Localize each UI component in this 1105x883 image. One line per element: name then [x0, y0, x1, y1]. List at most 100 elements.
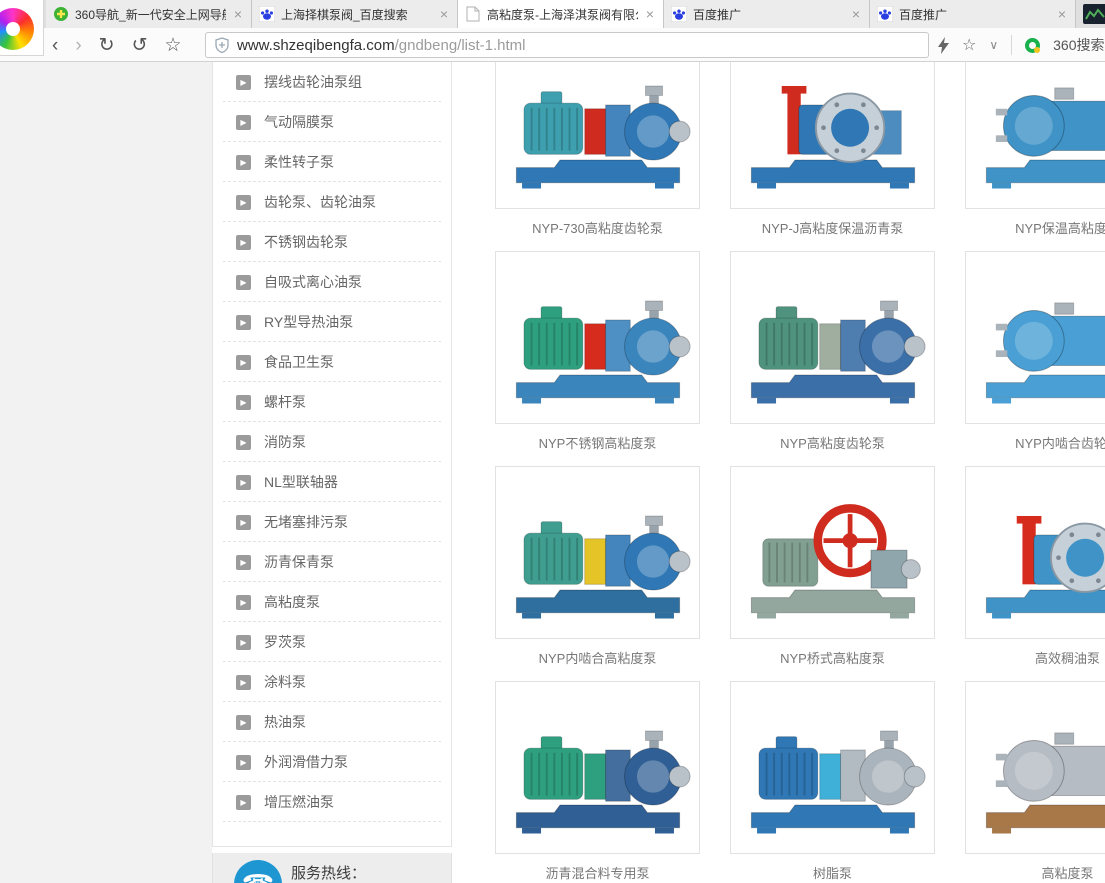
product-name[interactable]: NYP-730高粘度齿轮泵 — [495, 218, 700, 237]
tab-close-icon[interactable]: × — [1056, 7, 1068, 21]
url-domain: www.shzeqibengfa.com — [237, 37, 395, 54]
pump-photo — [503, 62, 693, 198]
play-arrow-icon: ▶ — [236, 435, 251, 450]
product-image[interactable] — [495, 466, 700, 639]
product-image[interactable] — [965, 251, 1105, 424]
browser-tab[interactable]: 360导航_新一代安全上网导航 × — [46, 0, 252, 28]
session-thumbnail-icon[interactable] — [1083, 4, 1105, 24]
product-name[interactable]: NYP-J高粘度保温沥青泵 — [730, 218, 935, 237]
browser-window: 360导航_新一代安全上网导航 × 上海择棋泵阀_百度搜索 × 高粘度泵-上海泽… — [0, 0, 1105, 883]
tab-title: 高粘度泵-上海泽淇泵阀有限公司 — [487, 6, 638, 23]
play-arrow-icon: ▶ — [236, 315, 251, 330]
browser-tab[interactable]: 百度推广 × — [664, 0, 870, 28]
sidebar-category-item[interactable]: ▶ 齿轮泵、齿轮油泵 — [213, 182, 451, 222]
product-card: 沥青混合料专用泵 — [495, 681, 700, 882]
product-image[interactable] — [495, 62, 700, 209]
tab-close-icon[interactable]: × — [850, 7, 862, 21]
url-field[interactable]: www.shzeqibengfa.com/gndbeng/list-1.html — [205, 32, 929, 58]
product-image[interactable] — [965, 681, 1105, 854]
sidebar-category-label: 食品卫生泵 — [264, 352, 334, 372]
product-card: 树脂泵 — [730, 681, 935, 882]
forward-icon[interactable]: › — [75, 36, 81, 55]
sidebar-category-label: 增压燃油泵 — [264, 792, 334, 812]
sidebar-category-label: 热油泵 — [264, 712, 306, 732]
sidebar-category-item[interactable]: ▶ 柔性转子泵 — [213, 142, 451, 182]
sidebar-category-item[interactable]: ▶ RY型导热油泵 — [213, 302, 451, 342]
product-name[interactable]: 沥青混合料专用泵 — [495, 863, 700, 882]
product-name[interactable]: NYP不锈钢高粘度泵 — [495, 433, 700, 452]
search-engine-label[interactable]: 360搜索 — [1053, 35, 1104, 55]
browser-tab[interactable]: 上海择棋泵阀_百度搜索 × — [252, 0, 458, 28]
browser-tab[interactable]: 百度推广 × — [870, 0, 1076, 28]
product-image[interactable] — [965, 466, 1105, 639]
product-name[interactable]: NYP桥式高粘度泵 — [730, 648, 935, 667]
pump-photo — [738, 693, 928, 843]
sidebar-category-item[interactable]: ▶ 摆线齿轮油泵组 — [213, 62, 451, 102]
browser-logo[interactable] — [0, 0, 44, 56]
pump-photo — [503, 478, 693, 628]
360-search-icon — [1025, 38, 1040, 53]
sidebar-category-item[interactable]: ▶ 罗茨泵 — [213, 622, 451, 662]
tab-close-icon[interactable]: × — [438, 7, 450, 21]
product-image[interactable] — [495, 251, 700, 424]
product-name[interactable]: 高效稠油泵 — [965, 648, 1105, 667]
pump-photo — [738, 478, 928, 628]
service-hotline-label: 服务热线： — [291, 862, 366, 883]
sidebar-category-item[interactable]: ▶ 气动隔膜泵 — [213, 102, 451, 142]
product-image[interactable] — [730, 62, 935, 209]
sidebar-category-item[interactable]: ▶ 无堵塞排污泵 — [213, 502, 451, 542]
product-name[interactable]: NYP内啮合高粘度泵 — [495, 648, 700, 667]
sidebar-category-item[interactable]: ▶ 食品卫生泵 — [213, 342, 451, 382]
play-arrow-icon: ▶ — [236, 75, 251, 90]
sidebar-category-label: 螺杆泵 — [264, 392, 306, 412]
sidebar-category-label: 气动隔膜泵 — [264, 112, 334, 132]
category-sidebar: ▶ 摆线齿轮油泵组 ▶ 气动隔膜泵 ▶ 柔性转子泵 ▶ 齿轮泵、齿轮油泵 ▶ 不… — [212, 62, 452, 847]
product-name[interactable]: 高粘度泵 — [965, 863, 1105, 882]
nav-controls: ‹ › ↻ ↺ ☆ — [52, 28, 182, 62]
product-image[interactable] — [730, 466, 935, 639]
sidebar-category-item[interactable]: ▶ 沥青保青泵 — [213, 542, 451, 582]
product-image[interactable] — [730, 681, 935, 854]
sidebar-category-item[interactable]: ▶ 螺杆泵 — [213, 382, 451, 422]
tab-close-icon[interactable]: × — [644, 7, 656, 21]
sidebar-category-label: 摆线齿轮油泵组 — [264, 72, 362, 92]
sidebar-category-item[interactable]: ▶ 高粘度泵 — [213, 582, 451, 622]
tab-title: 360导航_新一代安全上网导航 — [75, 6, 226, 23]
play-arrow-icon: ▶ — [236, 235, 251, 250]
undo-icon[interactable]: ↺ — [132, 36, 148, 55]
sidebar-category-item[interactable]: ▶ 涂料泵 — [213, 662, 451, 702]
lightning-icon[interactable] — [938, 37, 949, 54]
tab-close-icon[interactable]: × — [232, 7, 244, 21]
product-name[interactable]: NYP内啮合齿轮泵 — [965, 433, 1105, 452]
refresh-icon[interactable]: ↻ — [99, 36, 115, 55]
product-image[interactable] — [730, 251, 935, 424]
sidebar-category-label: 无堵塞排污泵 — [264, 512, 348, 532]
sidebar-category-label: 消防泵 — [264, 432, 306, 452]
shield-icon — [215, 37, 229, 53]
mountain-graph-icon — [1085, 7, 1105, 21]
sidebar-category-item[interactable]: ▶ 自吸式离心油泵 — [213, 262, 451, 302]
product-card: 高效稠油泵 — [965, 466, 1105, 667]
product-image[interactable] — [495, 681, 700, 854]
sidebar-category-item[interactable]: ▶ 消防泵 — [213, 422, 451, 462]
chevron-down-icon[interactable]: ∨ — [989, 38, 998, 52]
bookmark-star-icon[interactable]: ☆ — [165, 36, 182, 55]
sidebar-category-item[interactable]: ▶ 热油泵 — [213, 702, 451, 742]
sidebar-category-item[interactable]: ▶ 增压燃油泵 — [213, 782, 451, 822]
favorite-star-icon[interactable]: ☆ — [962, 35, 976, 55]
product-image[interactable] — [965, 62, 1105, 209]
play-arrow-icon: ▶ — [236, 675, 251, 690]
product-name[interactable]: 树脂泵 — [730, 863, 935, 882]
play-arrow-icon: ▶ — [236, 395, 251, 410]
product-name[interactable]: NYP高粘度齿轮泵 — [730, 433, 935, 452]
sidebar-category-item[interactable]: ▶ 不锈钢齿轮泵 — [213, 222, 451, 262]
url-path: /gndbeng/list-1.html — [395, 37, 526, 54]
back-icon[interactable]: ‹ — [52, 36, 58, 55]
play-arrow-icon: ▶ — [236, 155, 251, 170]
browser-tab[interactable]: 高粘度泵-上海泽淇泵阀有限公司 × — [458, 0, 664, 28]
play-arrow-icon: ▶ — [236, 755, 251, 770]
product-name[interactable]: NYP保温高粘度泵 — [965, 218, 1105, 237]
play-arrow-icon: ▶ — [236, 115, 251, 130]
sidebar-category-item[interactable]: ▶ NL型联轴器 — [213, 462, 451, 502]
sidebar-category-item[interactable]: ▶ 外润滑借力泵 — [213, 742, 451, 782]
